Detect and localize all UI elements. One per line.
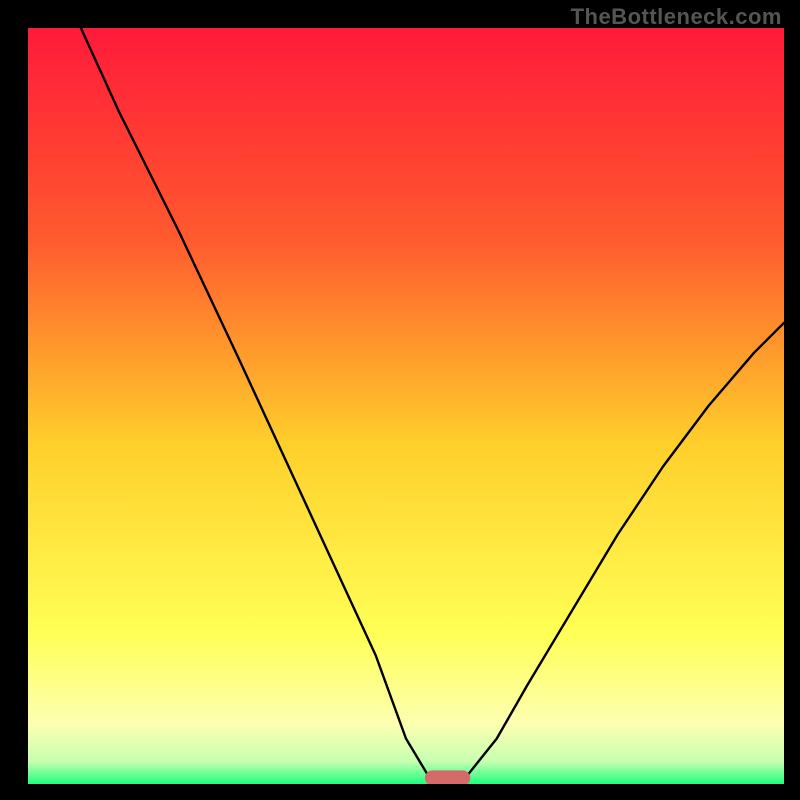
chart-background bbox=[28, 28, 784, 784]
watermark-text: TheBottleneck.com bbox=[571, 4, 782, 30]
bottleneck-marker bbox=[425, 770, 470, 784]
bottleneck-chart bbox=[28, 28, 784, 784]
chart-frame: TheBottleneck.com bbox=[0, 0, 800, 800]
